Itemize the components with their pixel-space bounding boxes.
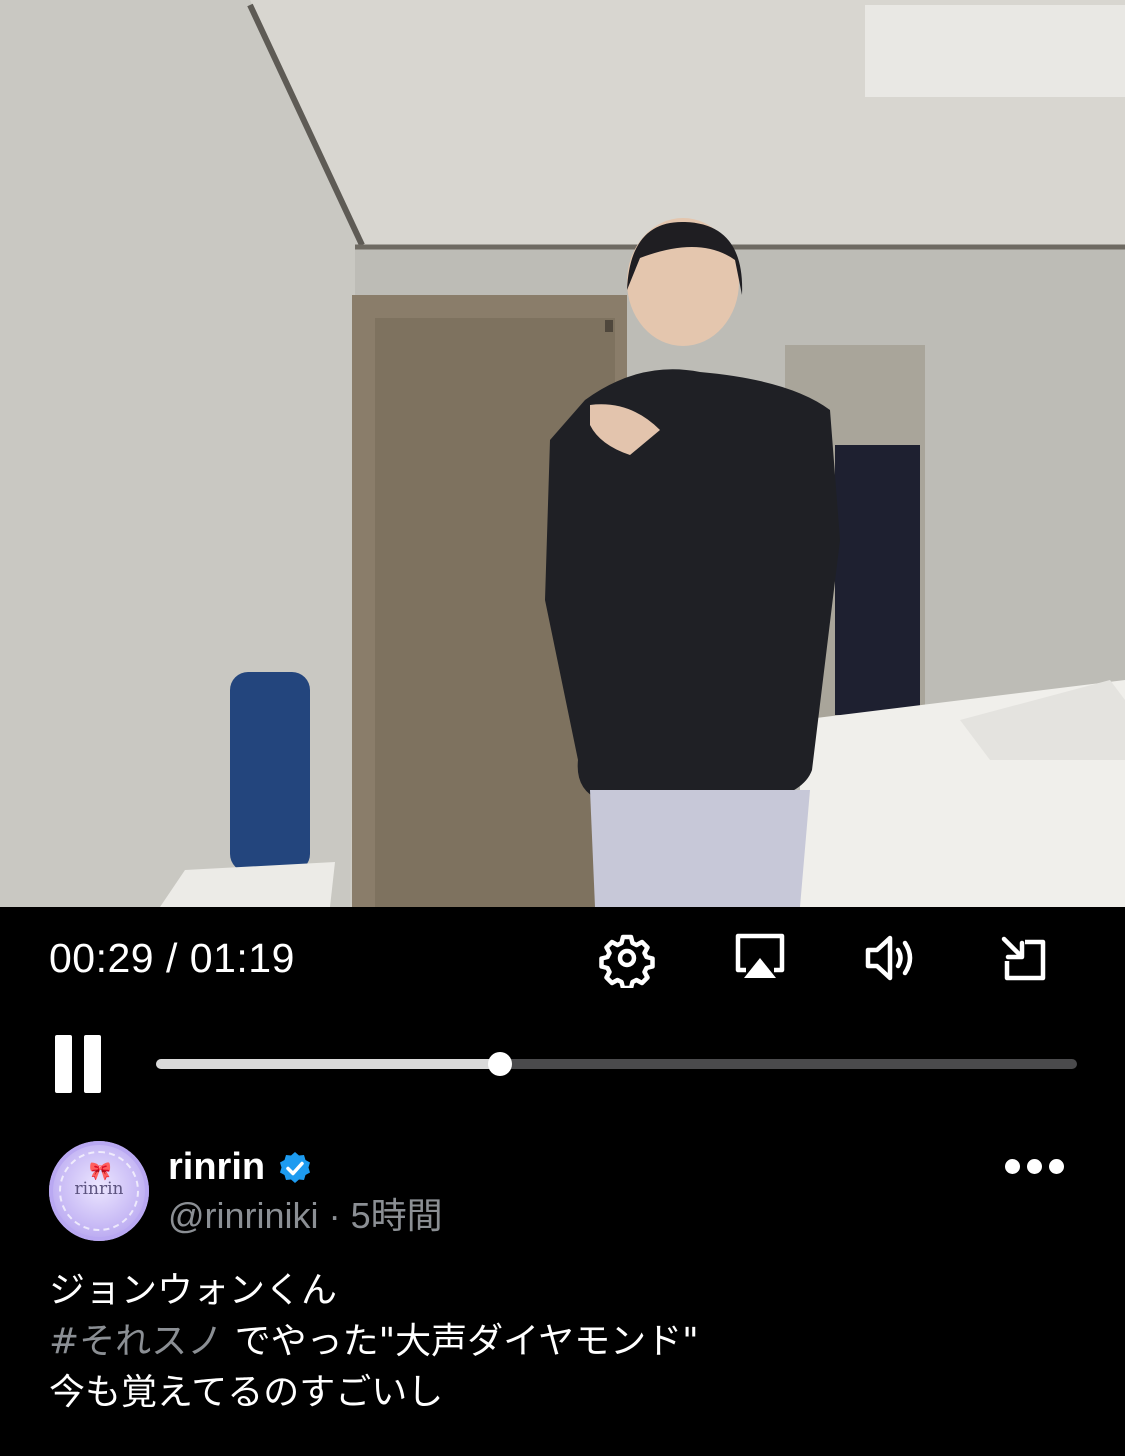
progress-thumb[interactable] [487,1052,512,1076]
display-name[interactable]: rinrin [168,1142,265,1192]
more-dot-icon [1049,1159,1064,1174]
pause-icon-bar [84,1035,101,1093]
exit-fullscreen-icon [1001,936,1046,981]
exit-fullscreen-button[interactable] [994,928,1054,988]
time-separator: / [154,935,190,981]
post-caption: ジョンウォンくん #それスノ でやった"大声ダイヤモンド" 今も覚えてるのすごい… [49,1265,1079,1418]
pause-icon [55,1035,72,1093]
gear-icon [599,934,655,988]
avatar-logo-text: rinrin [74,1179,124,1199]
video-post-screen: 00:29 / 01:19 🎀 rinrin rinrin @rinriniki… [0,0,1125,1456]
caption-line-2-text: でやった"大声ダイヤモンド" [223,1321,699,1362]
caption-line-1: ジョンウォンくん [49,1270,338,1311]
meta-separator: · [318,1195,351,1236]
progress-fill [156,1059,500,1069]
post-time[interactable]: 5時間 [351,1195,443,1236]
airplay-button[interactable] [729,928,789,988]
avatar[interactable]: 🎀 rinrin [49,1141,149,1241]
volume-icon [865,935,913,981]
settings-button[interactable] [597,928,657,988]
handle-line: @rinriniki · 5時間 [168,1192,443,1240]
more-dot-icon [1027,1159,1042,1174]
pause-button[interactable] [52,1035,104,1095]
more-dot-icon [1005,1159,1020,1174]
playback-time: 00:29 / 01:19 [49,932,295,984]
hashtag-link[interactable]: #それスノ [49,1321,223,1362]
caption-line-2: #それスノ でやった"大声ダイヤモンド" [49,1316,1079,1367]
more-options-button[interactable] [1003,1155,1065,1179]
progress-bar[interactable] [156,1052,1077,1076]
caption-line-3: 今も覚えてるのすごいし [49,1372,444,1413]
verified-badge-icon [280,1152,310,1183]
video-player[interactable] [0,0,1125,907]
video-frame [0,0,1125,907]
user-handle[interactable]: @rinriniki [168,1195,319,1236]
volume-button[interactable] [861,928,921,988]
airplay-icon [735,933,785,978]
current-time: 00:29 [49,935,155,981]
duration: 01:19 [189,935,295,981]
